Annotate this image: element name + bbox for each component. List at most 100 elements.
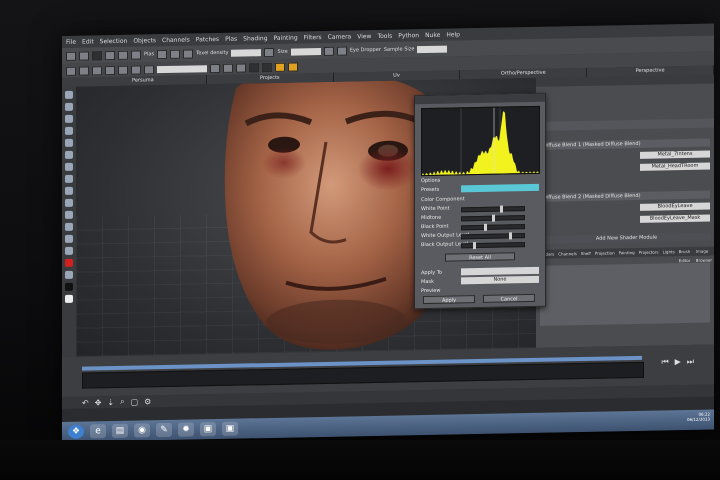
record-icon[interactable]	[65, 258, 73, 267]
mari-icon[interactable]: ✹	[178, 422, 194, 437]
toolbar-button[interactable]	[92, 65, 102, 75]
frame-icon[interactable]: ▢	[131, 397, 139, 406]
brush-tool-icon[interactable]	[65, 138, 73, 147]
swap-icon[interactable]	[65, 270, 73, 279]
task-window-icon[interactable]: ▣	[200, 422, 216, 437]
chrome-icon[interactable]: ◉	[134, 423, 150, 438]
system-clock[interactable]: 06:22 06/12/2013	[687, 412, 710, 422]
play-icon[interactable]: ▶	[675, 357, 681, 367]
slider-knob[interactable]	[473, 242, 477, 250]
tab-shelf[interactable]: Shelf	[579, 249, 593, 258]
skip-forward-icon[interactable]: ⏭	[687, 357, 694, 367]
dialog-titlebar[interactable]	[415, 93, 545, 105]
menu-python[interactable]: Python	[398, 32, 419, 39]
black-output-slider[interactable]	[461, 242, 525, 250]
cancel-button[interactable]: Cancel	[483, 293, 535, 303]
presets-field[interactable]	[461, 183, 539, 193]
toolbar-button[interactable]	[131, 64, 141, 75]
blur-tool-icon[interactable]	[65, 222, 73, 231]
toolbar-button[interactable]	[105, 50, 115, 60]
menu-edit[interactable]: Edit	[82, 38, 94, 45]
eraser-tool-icon[interactable]	[65, 198, 73, 207]
slider-knob[interactable]	[500, 205, 504, 213]
toolbar-button[interactable]	[336, 46, 347, 56]
color-swatch[interactable]	[275, 62, 285, 72]
toolbar-button[interactable]	[118, 50, 128, 60]
apply-to-field[interactable]	[461, 266, 539, 276]
menu-patches[interactable]: Patches	[196, 35, 219, 42]
smudge-tool-icon[interactable]	[65, 174, 73, 183]
menu-help[interactable]: Help	[446, 31, 460, 38]
stamp-tool-icon[interactable]	[65, 210, 73, 219]
lasso-tool-icon[interactable]	[65, 102, 73, 111]
mask-field[interactable]: None	[461, 275, 539, 285]
toolbar-button[interactable]	[323, 46, 334, 56]
menu-tools[interactable]: Tools	[377, 32, 392, 39]
undo-icon[interactable]: ↶	[82, 398, 89, 407]
eyedropper-tool-icon[interactable]	[65, 186, 73, 195]
tab-projectors[interactable]: Projectors	[637, 248, 661, 257]
toolbar-button[interactable]	[79, 65, 89, 76]
tab-image-browser[interactable]: Image Browser	[694, 246, 714, 263]
toolbar-button[interactable]	[262, 62, 272, 72]
tab-brush-editor[interactable]: Brush Editor	[677, 247, 694, 263]
tab-channels[interactable]: Channels	[556, 249, 579, 258]
ie-icon[interactable]: e	[90, 424, 106, 439]
toolbar-button[interactable]	[118, 65, 128, 75]
toolbar-button[interactable]	[105, 65, 115, 75]
toolbar-button[interactable]	[236, 62, 246, 73]
foreground-color-swatch[interactable]	[65, 282, 73, 291]
menu-view[interactable]: View	[357, 33, 371, 40]
add-shader-button[interactable]: Add New Shader Module	[540, 232, 710, 244]
layer2-title[interactable]: Diffuse Blend 2 (Masked Diffuse Blend)	[540, 190, 710, 202]
menu-selection[interactable]: Selection	[100, 37, 128, 45]
toolbar-button[interactable]	[249, 62, 259, 72]
slider-knob[interactable]	[491, 214, 495, 222]
slider-knob[interactable]	[483, 223, 487, 231]
clone-tool-icon[interactable]	[65, 150, 73, 159]
toolbar-button[interactable]	[144, 64, 154, 74]
texel-density-field[interactable]	[231, 48, 262, 57]
toolbar-button[interactable]	[131, 49, 141, 60]
settings-icon[interactable]: ⚙	[144, 397, 151, 406]
menu-channels[interactable]: Channels	[162, 36, 190, 44]
toolbar-button[interactable]	[183, 48, 194, 59]
layer1-field2[interactable]: Metal_HeadTRoom	[640, 162, 710, 171]
tab-lights[interactable]: Lights	[661, 247, 677, 256]
apply-button[interactable]: Apply	[423, 295, 475, 305]
menu-nuke[interactable]: Nuke	[425, 31, 440, 38]
reset-all-button[interactable]: Reset All	[445, 252, 515, 262]
background-color-swatch[interactable]	[65, 294, 73, 303]
layer1-field1[interactable]: Metal_7Intens	[640, 150, 710, 159]
sphere-tool-icon[interactable]	[65, 234, 73, 243]
menu-file[interactable]: File	[66, 38, 76, 45]
midtone-slider[interactable]	[461, 214, 525, 222]
layer1-title[interactable]: Diffuse Blend 1 (Masked Diffuse Blend)	[540, 138, 710, 150]
menu-camera[interactable]: Camera	[328, 33, 352, 40]
explorer-icon[interactable]: ▤	[112, 423, 128, 439]
layer2-field2[interactable]: BloodEyLeave_Mask	[640, 214, 710, 223]
move-tool-icon[interactable]	[65, 126, 73, 135]
sample-size-field[interactable]	[417, 45, 448, 53]
pin-icon[interactable]: ✎	[156, 422, 172, 438]
select-tool-icon[interactable]	[65, 90, 73, 99]
toolbar-button[interactable]	[79, 50, 89, 61]
layer2-field1[interactable]: BloodEyLeave	[640, 202, 710, 211]
color-swatch[interactable]	[288, 61, 298, 72]
toolbar-button[interactable]	[170, 49, 181, 59]
menu-plas[interactable]: Plas	[225, 35, 237, 42]
slider-knob[interactable]	[509, 232, 513, 240]
brush-field[interactable]	[157, 64, 207, 73]
white-point-slider[interactable]	[461, 205, 525, 213]
toolbar-button[interactable]	[66, 66, 76, 76]
menu-shading[interactable]: Shading	[243, 35, 267, 42]
zoom-icon[interactable]: ⌕	[120, 397, 124, 407]
grid-tool-icon[interactable]	[65, 162, 73, 171]
toolbar-button[interactable]	[210, 63, 220, 73]
tab-painting[interactable]: Painting	[617, 248, 637, 257]
pencil-tool-icon[interactable]	[65, 246, 73, 255]
toolbar-button[interactable]	[223, 63, 233, 73]
menu-painting[interactable]: Painting	[274, 34, 298, 41]
toolbar-button[interactable]	[66, 51, 76, 61]
toolbar-button[interactable]	[157, 49, 168, 59]
